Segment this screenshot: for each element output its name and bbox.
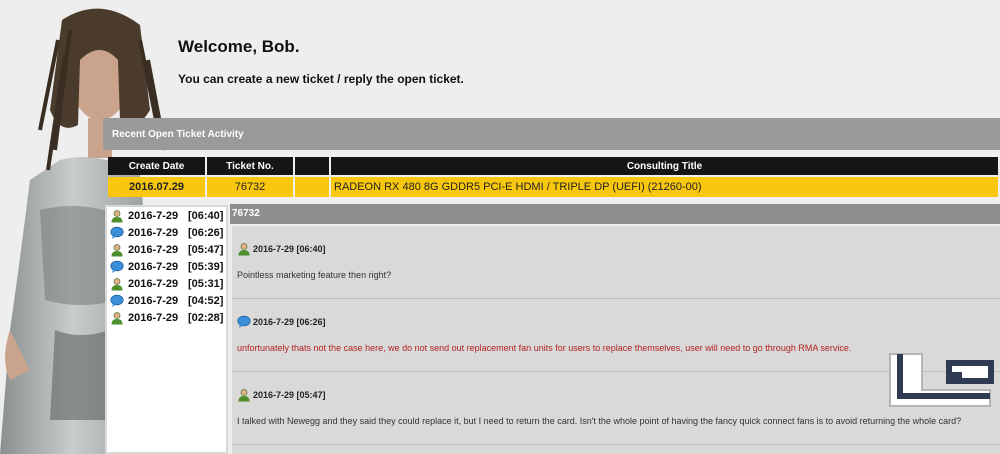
column-header-consulting-title: Consulting Title (331, 157, 998, 175)
message-timestamp: 2016-7-29 [06:40] (253, 244, 326, 254)
recent-activity-title: Recent Open Ticket Activity (112, 129, 244, 140)
page-subtitle: You can create a new ticket / reply the … (178, 72, 464, 86)
speech-bubble-icon (110, 294, 124, 308)
list-item-date: 2016-7-29 (128, 294, 179, 307)
list-item-date: 2016-7-29 (128, 311, 179, 324)
message-meta: 2016-7-29 [06:26] (237, 315, 326, 329)
list-item[interactable]: 2016-7-29 [06:40] (107, 207, 226, 224)
thread-ticket-no: 76732 (232, 208, 260, 219)
ticket-table-header: Create Date Ticket No. Consulting Title (108, 157, 998, 175)
list-item[interactable]: 2016-7-29 [05:47] (107, 241, 226, 258)
recent-activity-bar: Recent Open Ticket Activity (103, 118, 1000, 150)
message-post: 2016-7-29 [06:40] Pointless marketing fe… (232, 226, 1000, 299)
list-item-date: 2016-7-29 (128, 243, 179, 256)
message-meta: 2016-7-29 [06:40] (237, 242, 326, 256)
message-history-list: 2016-7-29 [06:40] 2016-7-29 [06:26] 2016… (105, 205, 228, 454)
list-item-date: 2016-7-29 (128, 226, 179, 239)
user-icon (110, 311, 124, 325)
list-item-time: [06:40] (188, 209, 224, 222)
user-icon (110, 277, 124, 291)
welcome-heading: Welcome, Bob. (178, 37, 300, 56)
user-icon (237, 388, 251, 402)
list-item[interactable]: 2016-7-29 [05:31] (107, 275, 226, 292)
ticket-table: Create Date Ticket No. Consulting Title … (106, 155, 1000, 199)
list-item-time: [04:52] (188, 294, 224, 307)
cell-ticket-no[interactable]: 76732 (207, 177, 293, 197)
message-meta: 2016-7-29 [05:47] (237, 388, 326, 402)
list-item-date: 2016-7-29 (128, 260, 179, 273)
list-item-time: [02:28] (188, 311, 224, 324)
column-header-create-date: Create Date (108, 157, 205, 175)
table-row[interactable]: 2016.07.29 76732 RADEON RX 480 8G GDDR5 … (108, 177, 998, 197)
list-item[interactable]: 2016-7-29 [04:52] (107, 292, 226, 309)
list-item[interactable]: 2016-7-29 [02:28] (107, 309, 226, 326)
user-icon (237, 242, 251, 256)
message-post: 2016-7-29 [06:26] unfortunately thats no… (232, 299, 1000, 372)
user-icon (110, 209, 124, 223)
message-timestamp: 2016-7-29 [06:26] (253, 317, 326, 327)
thread-header: 76732 (230, 204, 1000, 224)
column-header-flag (295, 157, 329, 175)
message-post: 2016-7-29 [05:47] I talked with Newegg a… (232, 372, 1000, 445)
list-item-time: [05:47] (188, 243, 224, 256)
list-item-time: [06:26] (188, 226, 224, 239)
list-item-date: 2016-7-29 (128, 277, 179, 290)
list-item[interactable]: 2016-7-29 [06:26] (107, 224, 226, 241)
message-thread: 2016-7-29 [06:40] Pointless marketing fe… (232, 226, 1000, 454)
speech-bubble-icon (110, 226, 124, 240)
cell-flag (295, 177, 329, 197)
message-text: unfortunately thats not the case here, w… (237, 343, 852, 353)
message-text: Pointless marketing feature then right? (237, 270, 392, 280)
speech-bubble-icon (110, 260, 124, 274)
site-logo (889, 353, 994, 407)
message-text: I talked with Newegg and they said they … (237, 416, 962, 426)
column-header-ticket-no: Ticket No. (207, 157, 293, 175)
message-timestamp: 2016-7-29 [05:47] (253, 390, 326, 400)
user-icon (110, 243, 124, 257)
list-item[interactable]: 2016-7-29 [05:39] (107, 258, 226, 275)
speech-bubble-icon (237, 315, 251, 329)
list-item-time: [05:39] (188, 260, 224, 273)
cell-consulting-title[interactable]: RADEON RX 480 8G GDDR5 PCI-E HDMI / TRIP… (331, 177, 998, 197)
list-item-date: 2016-7-29 (128, 209, 179, 222)
cell-create-date: 2016.07.29 (108, 177, 205, 197)
list-item-time: [05:31] (188, 277, 224, 290)
